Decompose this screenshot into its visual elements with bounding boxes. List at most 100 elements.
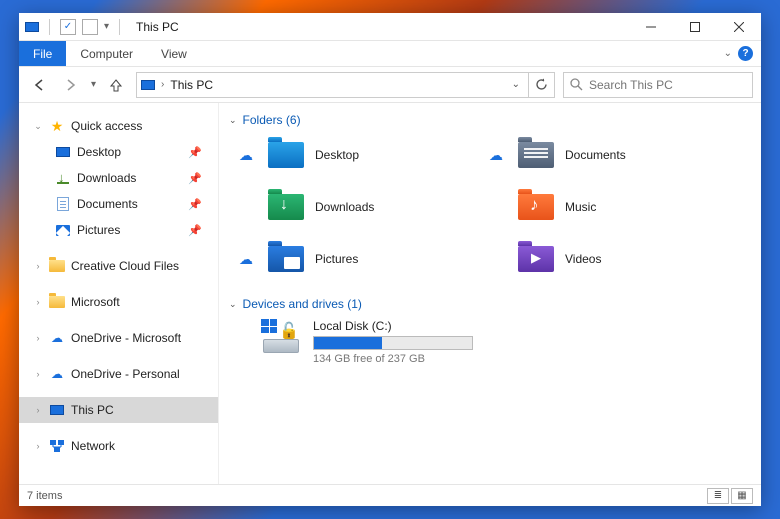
group-header-folders[interactable]: ⌄ Folders (6) xyxy=(229,113,747,127)
view-large-icons-button[interactable]: ▦ xyxy=(731,488,753,504)
window-title: This PC xyxy=(136,20,179,34)
recent-locations-button[interactable]: ▾ xyxy=(91,79,96,90)
folder-desktop[interactable]: ☁ Desktop xyxy=(235,135,485,175)
music-folder-icon xyxy=(518,194,554,220)
drive-name: Local Disk (C:) xyxy=(313,319,473,333)
qat-properties-button[interactable] xyxy=(60,19,76,35)
tree-onedrive-personal[interactable]: › ☁ OneDrive - Personal xyxy=(19,361,218,387)
search-input[interactable] xyxy=(589,78,752,92)
pin-icon: 📌 xyxy=(188,146,202,159)
ribbon-expand-button[interactable]: ⌄ xyxy=(724,48,732,59)
tree-creative-cloud[interactable]: › Creative Cloud Files xyxy=(19,253,218,279)
tree-desktop[interactable]: Desktop 📌 xyxy=(19,139,218,165)
collapse-icon[interactable]: ⌄ xyxy=(33,121,43,132)
close-button[interactable] xyxy=(717,13,761,41)
tree-label: Pictures xyxy=(77,223,120,237)
tree-label: Quick access xyxy=(71,119,142,133)
maximize-button[interactable] xyxy=(673,13,717,41)
group-header-drives[interactable]: ⌄ Devices and drives (1) xyxy=(229,297,747,311)
tree-quick-access[interactable]: ⌄ ★ Quick access xyxy=(19,113,218,139)
drive-icon: 🔓 xyxy=(259,319,303,353)
maximize-icon xyxy=(690,22,700,32)
expand-icon[interactable]: › xyxy=(33,333,43,343)
refresh-button[interactable] xyxy=(529,72,555,98)
expand-icon[interactable]: › xyxy=(33,261,43,271)
content-pane[interactable]: ⌄ Folders (6) ☁ Desktop ☁ Documents Dow xyxy=(219,103,761,484)
ribbon-tabs: File Computer View ⌄ ? xyxy=(19,41,761,67)
address-dropdown-button[interactable]: ⌄ xyxy=(504,79,528,90)
pc-icon xyxy=(49,402,65,418)
expand-icon[interactable]: › xyxy=(33,369,43,379)
view-details-button[interactable]: ≣ xyxy=(707,488,729,504)
group-header-label: Folders (6) xyxy=(243,113,301,127)
cloud-status-icon: ☁ xyxy=(235,251,257,268)
folder-icon xyxy=(49,258,65,274)
tree-downloads[interactable]: Downloads 📌 xyxy=(19,165,218,191)
chevron-right-icon[interactable]: › xyxy=(161,79,164,90)
minimize-button[interactable] xyxy=(629,13,673,41)
close-icon xyxy=(734,22,744,32)
videos-folder-icon xyxy=(518,246,554,272)
pc-icon xyxy=(141,80,155,90)
cloud-icon: ☁ xyxy=(49,366,65,382)
up-arrow-icon xyxy=(109,78,123,92)
explorer-window: ▾ This PC File Computer View ⌄ ? ▾ xyxy=(19,13,761,506)
tab-computer[interactable]: Computer xyxy=(66,41,147,66)
pin-icon: 📌 xyxy=(188,198,202,211)
folder-documents[interactable]: ☁ Documents xyxy=(485,135,735,175)
up-button[interactable] xyxy=(104,73,128,97)
folder-music[interactable]: Music xyxy=(485,187,735,227)
breadcrumb-this-pc[interactable]: This PC xyxy=(170,78,213,92)
expand-icon[interactable]: › xyxy=(33,297,43,307)
cloud-status-icon: ☁ xyxy=(485,147,507,164)
back-button[interactable] xyxy=(27,73,51,97)
separator xyxy=(49,19,50,35)
address-bar[interactable]: › This PC ⌄ xyxy=(136,72,529,98)
cloud-status-icon: ☁ xyxy=(235,147,257,164)
tree-this-pc[interactable]: › This PC xyxy=(19,397,218,423)
folder-label: Pictures xyxy=(315,252,358,266)
search-box[interactable] xyxy=(563,72,753,98)
expand-icon[interactable]: › xyxy=(33,405,43,415)
tree-label: Network xyxy=(71,439,115,453)
tree-documents[interactable]: Documents 📌 xyxy=(19,191,218,217)
pictures-folder-icon xyxy=(268,246,304,272)
forward-arrow-icon xyxy=(64,78,78,92)
expand-icon[interactable]: › xyxy=(33,441,43,451)
title-bar: ▾ This PC xyxy=(19,13,761,41)
folder-videos[interactable]: Videos xyxy=(485,239,735,279)
refresh-icon xyxy=(535,78,548,91)
chevron-down-icon: ⌄ xyxy=(229,115,237,126)
folder-downloads[interactable]: Downloads xyxy=(235,187,485,227)
drive-local-disk-c[interactable]: 🔓 Local Disk (C:) 134 GB free of 237 GB xyxy=(259,319,747,365)
tree-onedrive-microsoft[interactable]: › ☁ OneDrive - Microsoft xyxy=(19,325,218,351)
help-button[interactable]: ? xyxy=(738,46,753,61)
forward-button[interactable] xyxy=(59,73,83,97)
status-item-count: 7 items xyxy=(27,490,62,502)
network-icon xyxy=(49,438,65,454)
folder-label: Music xyxy=(565,200,596,214)
qat-new-folder-button[interactable] xyxy=(82,19,98,35)
downloads-folder-icon xyxy=(268,194,304,220)
back-arrow-icon xyxy=(32,78,46,92)
documents-folder-icon xyxy=(518,142,554,168)
folder-label: Desktop xyxy=(315,148,359,162)
tree-pictures[interactable]: Pictures 📌 xyxy=(19,217,218,243)
tree-network[interactable]: › Network xyxy=(19,433,218,459)
pictures-icon xyxy=(55,222,71,238)
folder-pictures[interactable]: ☁ Pictures xyxy=(235,239,485,279)
tab-file[interactable]: File xyxy=(19,41,66,66)
tree-microsoft[interactable]: › Microsoft xyxy=(19,289,218,315)
downloads-icon xyxy=(55,170,71,186)
qat-customize-button[interactable]: ▾ xyxy=(104,21,109,32)
tab-view[interactable]: View xyxy=(147,41,201,66)
group-header-label: Devices and drives (1) xyxy=(243,297,362,311)
folder-label: Documents xyxy=(565,148,626,162)
navigation-pane: ⌄ ★ Quick access Desktop 📌 Downloads 📌 D… xyxy=(19,103,219,484)
desktop-folder-icon xyxy=(268,142,304,168)
tree-label: This PC xyxy=(71,403,114,417)
tree-label: Microsoft xyxy=(71,295,120,309)
tree-label: Creative Cloud Files xyxy=(71,259,179,273)
tree-label: Documents xyxy=(77,197,138,211)
tree-label: OneDrive - Personal xyxy=(71,367,180,381)
